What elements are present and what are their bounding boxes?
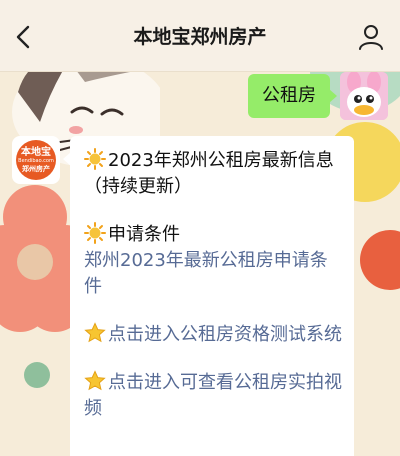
video-link[interactable]: 点击进入可查看公租房实拍视频: [84, 372, 342, 419]
user-avatar[interactable]: [340, 72, 388, 120]
qualification-test-link[interactable]: 点击进入公租房资格测试系统: [108, 324, 342, 345]
star-icon: [84, 370, 106, 391]
conditions-heading: 申请条件: [108, 224, 180, 245]
message-block-qualification-test: 点击进入公租房资格测试系统: [84, 322, 342, 348]
green-dot-decoration: [24, 362, 50, 388]
duck-avatar-icon: [340, 72, 388, 120]
latest-info-text: 2023年郑州公租房最新信息（持续更新）: [84, 150, 334, 197]
logo-main-text: 本地宝: [21, 146, 51, 158]
conditions-link[interactable]: 郑州2023年最新公租房申请条件: [84, 248, 342, 300]
sun-icon: [84, 148, 106, 170]
red-circle-decoration: [360, 230, 400, 290]
bendibao-logo: 本地宝 Bendibao.com 郑州房产: [16, 140, 56, 180]
top-nav-bar: 本地宝郑州房产: [0, 0, 400, 72]
official-account-avatar[interactable]: 本地宝 Bendibao.com 郑州房产: [12, 136, 60, 184]
message-block-video: 点击进入可查看公租房实拍视频: [84, 370, 342, 422]
star-icon: [84, 322, 106, 343]
message-block-conditions: 申请条件 郑州2023年最新公租房申请条件: [84, 222, 342, 300]
sun-icon: [84, 222, 106, 244]
bot-message-bubble: 2023年郑州公租房最新信息（持续更新） 申请条件 郑州2023年最新公租房申请…: [63, 136, 354, 456]
profile-button[interactable]: [356, 22, 386, 52]
chat-title: 本地宝郑州房产: [133, 26, 267, 48]
logo-sub-text: Bendibao.com: [18, 157, 54, 164]
user-message-bubble[interactable]: 公租房: [248, 74, 337, 118]
person-icon: [359, 25, 383, 50]
message-block-latest-info: 2023年郑州公租房最新信息（持续更新）: [84, 148, 342, 200]
logo-tag-text: 郑州房产: [22, 164, 50, 173]
